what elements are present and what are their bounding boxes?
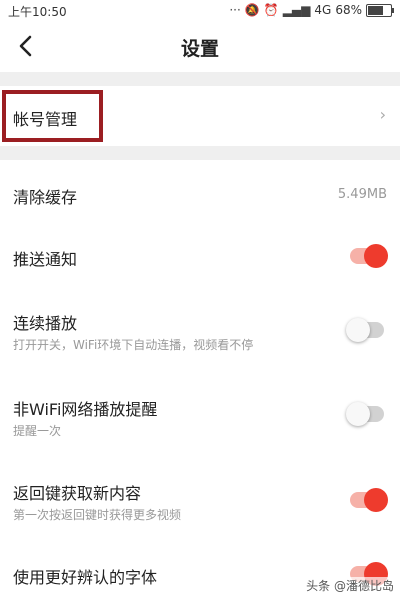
section-divider	[0, 146, 400, 160]
chevron-right-icon: ›	[379, 105, 386, 124]
continuous-play-row: 连续播放 打开开关，WiFi环境下自动连播，视频看不停	[0, 296, 400, 366]
continuous-play-description: 打开开关，WiFi环境下自动连播，视频看不停	[13, 338, 254, 352]
watermark: 头条 @潘德比岛	[306, 577, 394, 594]
page-title: 设置	[180, 38, 219, 60]
back-refresh-description: 第一次按返回键时获得更多视频	[13, 508, 182, 522]
continuous-play-label: 连续播放	[13, 314, 78, 333]
battery-icon	[366, 3, 394, 17]
alarm-icon: ⏰	[263, 3, 279, 17]
battery-percent: 68%	[335, 3, 362, 17]
header-bar: 设置	[0, 22, 400, 72]
status-icons: ··· 🔕 ⏰ ▂▄▆ 4G 68%	[229, 3, 394, 17]
highlight-box	[2, 90, 103, 142]
push-notification-label: 推送通知	[13, 250, 78, 269]
non-wifi-alert-description: 提醒一次	[13, 424, 62, 438]
back-refresh-toggle[interactable]	[350, 488, 388, 512]
back-refresh-row: 返回键获取新内容 第一次按返回键时获得更多视频	[0, 470, 400, 540]
status-time: 上午10:50	[8, 5, 67, 19]
status-bar: 上午10:50 ··· 🔕 ⏰ ▂▄▆ 4G 68%	[0, 0, 400, 22]
cache-size-value: 5.49MB	[337, 187, 387, 202]
more-dots-icon: ···	[229, 3, 241, 17]
non-wifi-alert-row: 非WiFi网络播放提醒 提醒一次	[0, 382, 400, 452]
push-notification-row: 推送通知	[0, 226, 400, 286]
readable-font-label: 使用更好辨认的字体	[13, 568, 158, 587]
non-wifi-alert-label: 非WiFi网络播放提醒	[13, 400, 158, 419]
clear-cache-row[interactable]: 清除缓存 5.49MB	[0, 160, 400, 226]
continuous-play-toggle[interactable]	[346, 318, 384, 342]
network-type: 4G	[314, 3, 332, 17]
back-refresh-label: 返回键获取新内容	[13, 484, 142, 503]
section-divider	[0, 72, 400, 86]
push-notification-toggle[interactable]	[350, 244, 388, 268]
silent-bell-icon: 🔕	[244, 3, 260, 17]
non-wifi-alert-toggle[interactable]	[346, 402, 384, 426]
clear-cache-label: 清除缓存	[13, 188, 78, 207]
signal-icon: ▂▄▆	[282, 3, 311, 17]
